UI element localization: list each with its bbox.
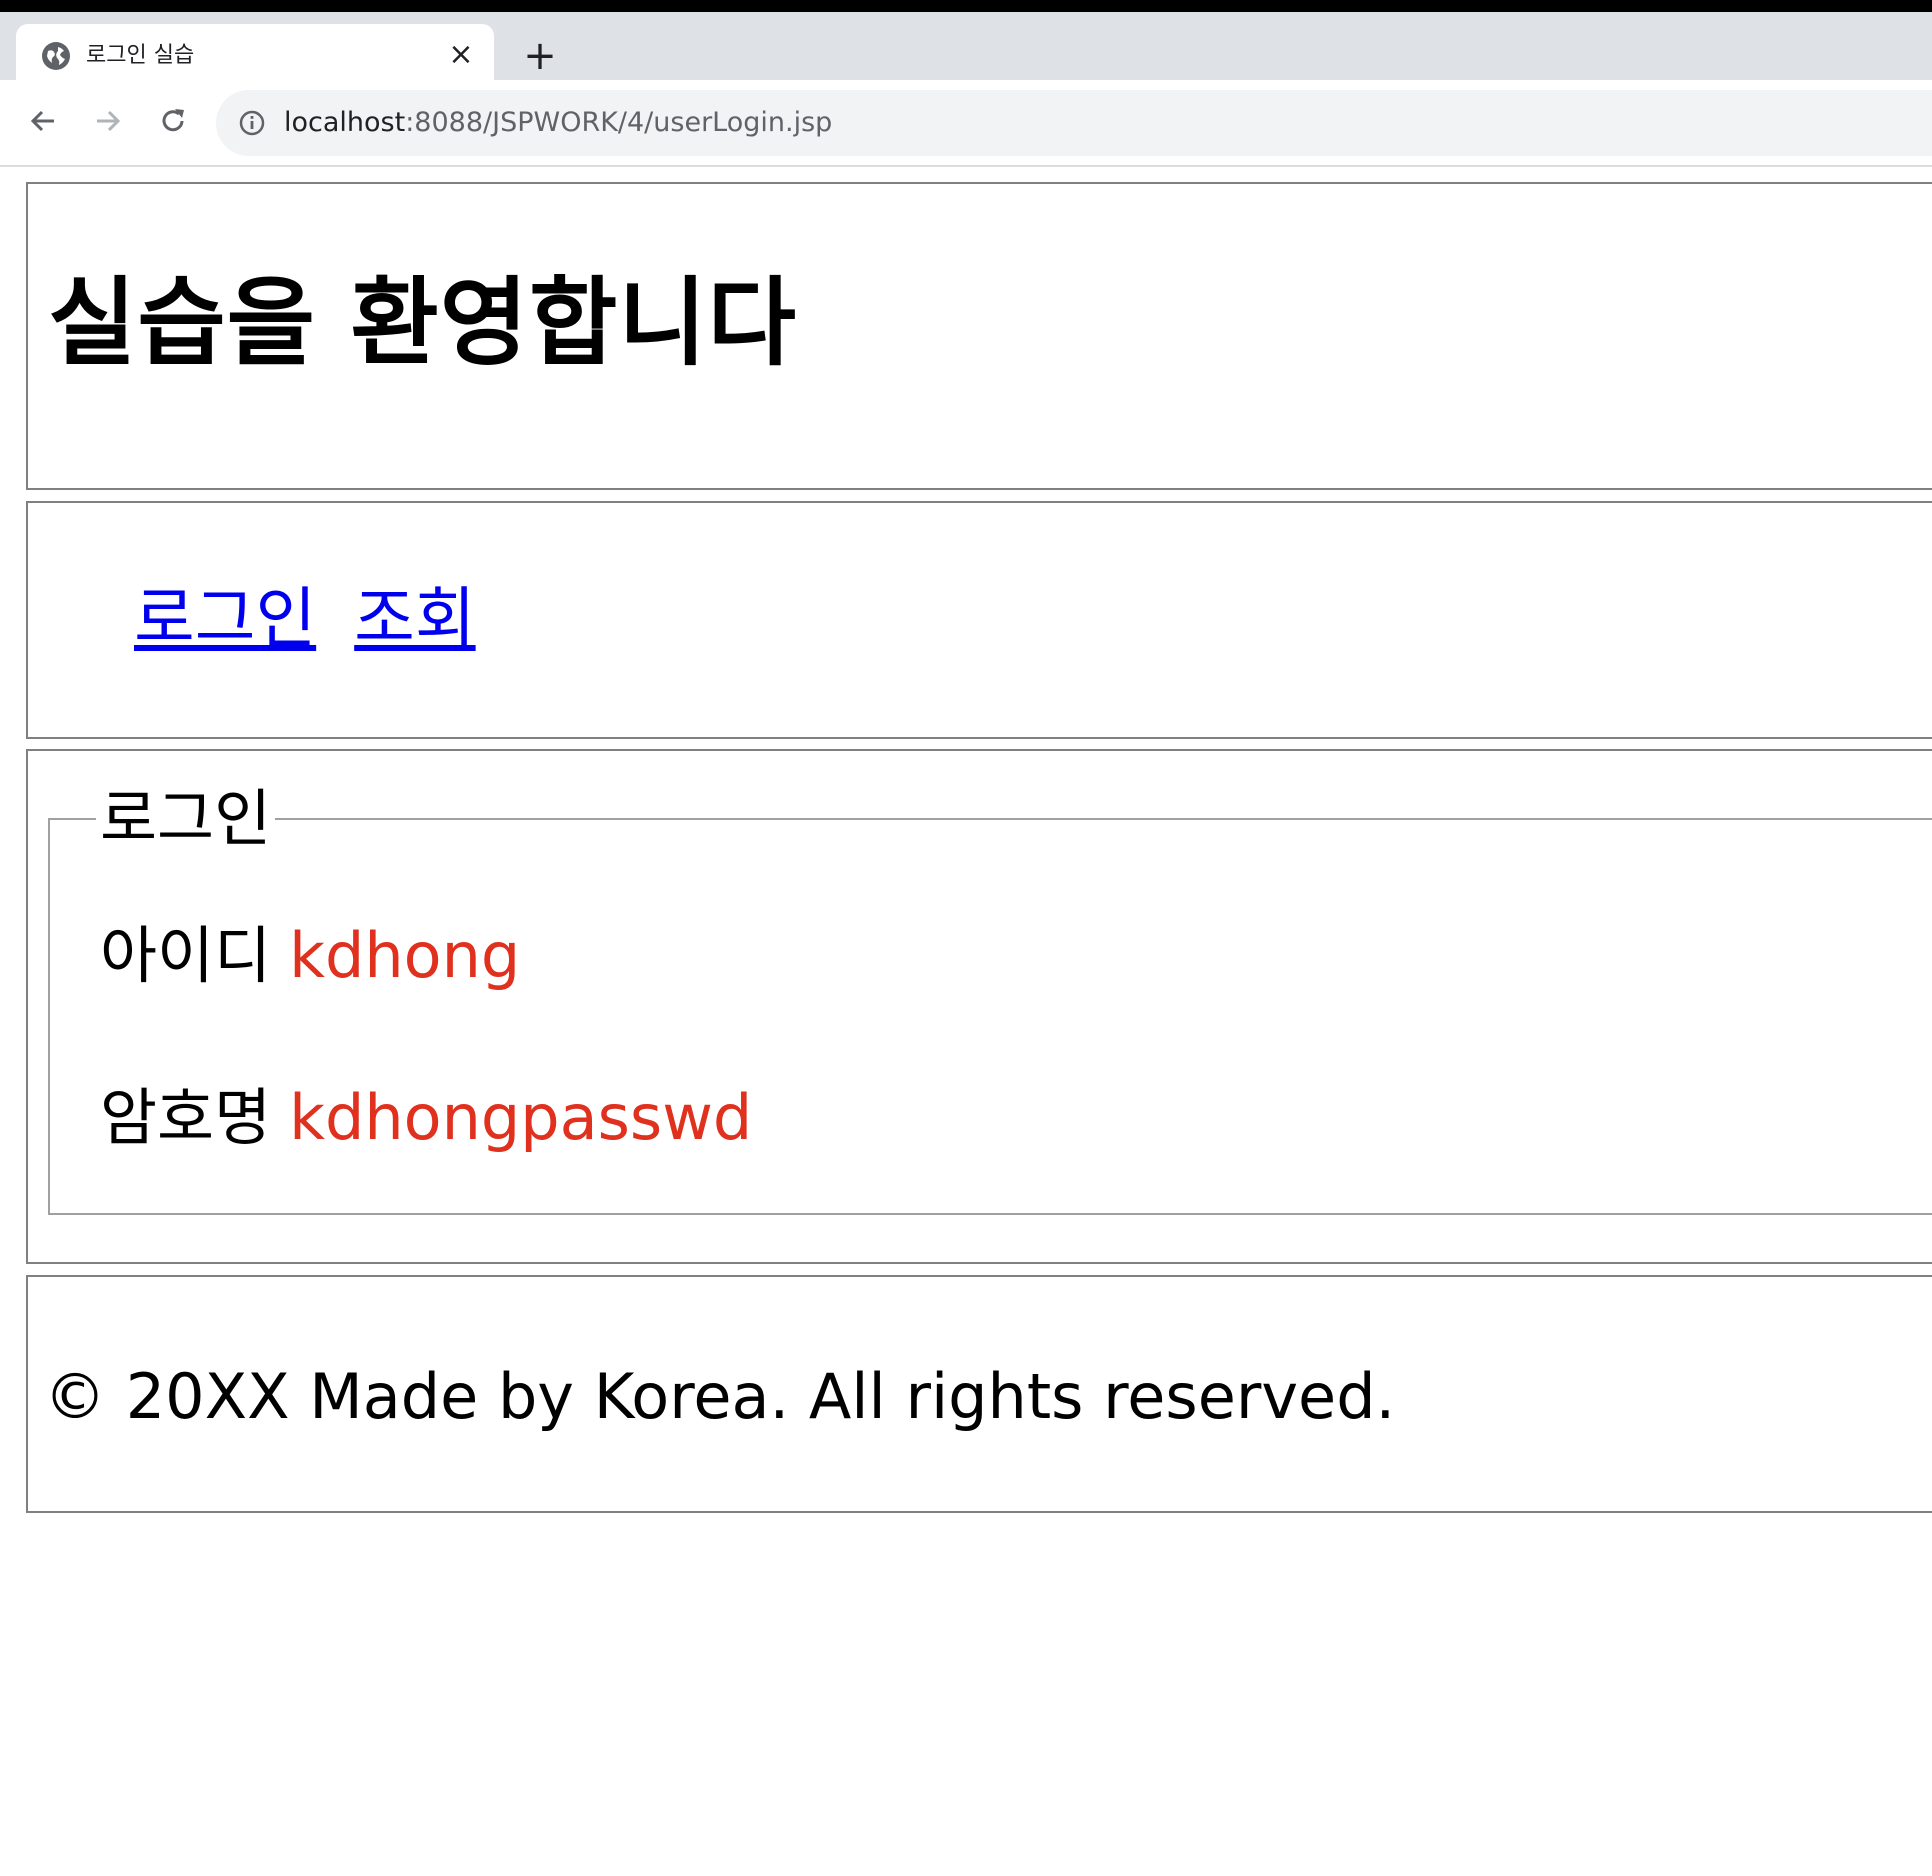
footer-text: © 20XX Made by Korea. All rights reserve… (44, 1360, 1396, 1433)
header-section: 실습을 환영합니다 (26, 182, 1932, 490)
nav-links: 로그인 조회 (134, 579, 514, 659)
globe-icon (42, 42, 70, 70)
arrow-left-icon (30, 110, 54, 132)
main-section: 로그인 아이디 kdhong 암호명 kdhongpasswd (26, 749, 1932, 1264)
back-button[interactable] (20, 98, 66, 144)
address-bar[interactable]: localhost:8088/JSPWORK/4/userLogin.jsp (216, 90, 1932, 156)
browser-tab[interactable]: 로그인 실습 × (16, 24, 494, 80)
info-icon[interactable] (238, 109, 266, 141)
reload-button[interactable] (150, 98, 196, 144)
tab-bar: 로그인 실습 × + (0, 12, 1932, 80)
browser-toolbar: localhost:8088/JSPWORK/4/userLogin.jsp (0, 80, 1932, 167)
nav-link-login[interactable]: 로그인 (134, 580, 316, 657)
login-fieldset: 로그인 아이디 kdhong 암호명 kdhongpasswd (48, 785, 1932, 1215)
id-row: 아이디 kdhong (100, 921, 520, 991)
forward-button[interactable] (85, 98, 131, 144)
url-host: localhost (284, 107, 406, 138)
tab-title: 로그인 실습 (86, 43, 195, 68)
page-title: 실습을 환영합니다 (48, 267, 797, 379)
nav-link-lookup[interactable]: 조회 (354, 580, 475, 657)
window-top-strip (0, 0, 1932, 12)
login-legend: 로그인 (100, 782, 272, 855)
url-path: :8088/JSPWORK/4/userLogin.jsp (405, 107, 833, 138)
password-label: 암호명 (100, 1081, 272, 1154)
new-tab-button[interactable]: + (520, 36, 560, 76)
id-label: 아이디 (100, 919, 272, 992)
reload-icon (162, 109, 184, 132)
footer-section: © 20XX Made by Korea. All rights reserve… (26, 1275, 1932, 1513)
url-text: localhost:8088/JSPWORK/4/userLogin.jsp (284, 107, 832, 139)
password-row: 암호명 kdhongpasswd (100, 1083, 752, 1153)
nav-section: 로그인 조회 (26, 501, 1932, 739)
id-value: kdhong (289, 919, 521, 992)
close-icon[interactable]: × (446, 40, 476, 70)
arrow-right-icon (97, 110, 121, 132)
password-value: kdhongpasswd (289, 1081, 753, 1154)
